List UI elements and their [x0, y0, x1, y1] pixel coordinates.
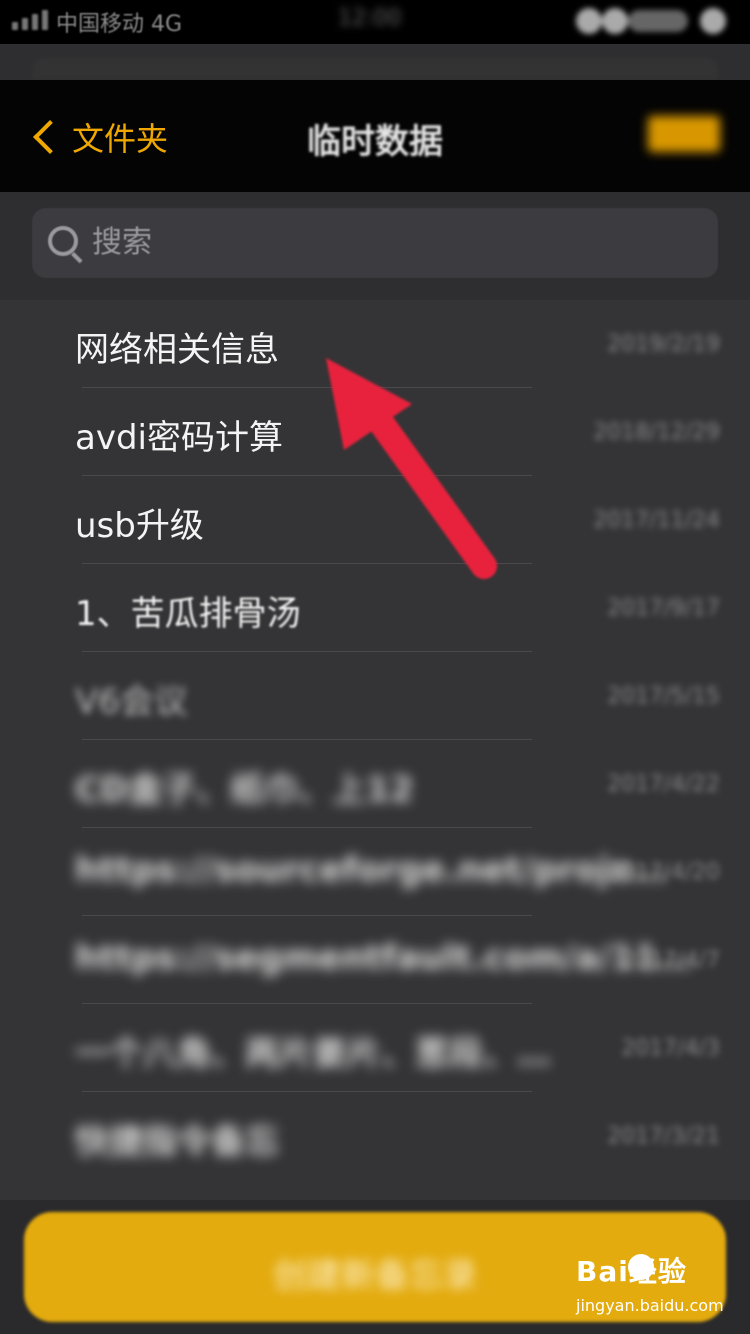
status-icons — [576, 6, 726, 36]
page-title: 临时数据 — [307, 122, 443, 162]
list-item[interactable]: avdi密码计算 2018/12/29 — [0, 388, 750, 476]
search-input[interactable] — [92, 222, 692, 262]
list-item[interactable]: usb升级 2017/11/24 — [0, 476, 750, 564]
list-item[interactable]: https://sourceforge.net/proje… 2017/4/20 — [0, 828, 750, 916]
charging-icon — [700, 8, 726, 34]
note-date: 2017/4/20 — [607, 860, 720, 885]
list-item[interactable]: 快捷指令备忘 2017/3/21 — [0, 1092, 750, 1180]
battery-icon — [628, 10, 688, 32]
note-title: V6会议 — [75, 682, 188, 722]
note-date: 2017/11/24 — [593, 508, 720, 533]
status-bar: 中国移动 4G 12:00 — [0, 0, 750, 44]
alarm-icon — [602, 8, 628, 34]
carrier-name: 中国移动 — [56, 12, 145, 37]
note-date: 2018/12/29 — [593, 420, 720, 445]
note-title: 快捷指令备忘 — [75, 1122, 279, 1162]
list-item[interactable]: 网络相关信息 2019/2/19 — [0, 300, 750, 388]
watermark-brand: Bai经验 — [576, 1250, 736, 1290]
note-date: 2019/2/19 — [607, 332, 720, 357]
note-title: avdi密码计算 — [75, 418, 283, 458]
note-date: 2017/9/17 — [607, 596, 720, 621]
search-icon — [48, 226, 78, 256]
list-item[interactable]: 1、苦瓜排骨汤 2017/9/17 — [0, 564, 750, 652]
baidu-jingyan-watermark: Bai经验 jingyan.baidu.com — [576, 1250, 736, 1320]
carrier-label: 中国移动 4G — [56, 6, 182, 38]
notes-list: 网络相关信息 2019/2/19 avdi密码计算 2018/12/29 usb… — [0, 300, 750, 1200]
note-title: usb升级 — [75, 506, 204, 546]
sheet-edge — [32, 58, 718, 80]
baidu-paw-icon — [628, 1254, 654, 1280]
note-title: CD盒子、纸巾、上12 — [75, 770, 414, 810]
note-date: 2017/4/22 — [607, 772, 720, 797]
list-item[interactable]: 一个八角、两片姜片、葱段、… 2017/4/3 — [0, 1004, 750, 1092]
note-title: https://segmentfault.com/a/11… — [75, 938, 693, 978]
note-title: 网络相关信息 — [75, 330, 279, 370]
note-date: 2017/5/15 — [607, 684, 720, 709]
navigation-bar: 文件夹 临时数据 — [0, 80, 750, 192]
note-date: 2017/3/21 — [607, 1124, 720, 1149]
network-type: 4G — [151, 12, 183, 37]
note-title: 一个八角、两片姜片、葱段、… — [75, 1034, 551, 1074]
list-item[interactable]: https://segmentfault.com/a/11… 2017/4/7 — [0, 916, 750, 1004]
list-item[interactable]: CD盒子、纸巾、上12 2017/4/22 — [0, 740, 750, 828]
note-date: 2017/4/3 — [621, 1036, 720, 1061]
note-title: https://sourceforge.net/proje… — [75, 850, 667, 890]
signal-strength-icon — [12, 10, 48, 30]
note-title: 1、苦瓜排骨汤 — [75, 594, 301, 634]
note-date: 2017/4/7 — [621, 948, 720, 973]
watermark-url: jingyan.baidu.com — [576, 1296, 724, 1315]
search-bar[interactable] — [32, 208, 718, 278]
list-item[interactable]: V6会议 2017/5/15 — [0, 652, 750, 740]
status-time: 12:00 — [338, 6, 402, 31]
cancel-button[interactable] — [648, 116, 720, 152]
location-icon — [576, 8, 602, 34]
